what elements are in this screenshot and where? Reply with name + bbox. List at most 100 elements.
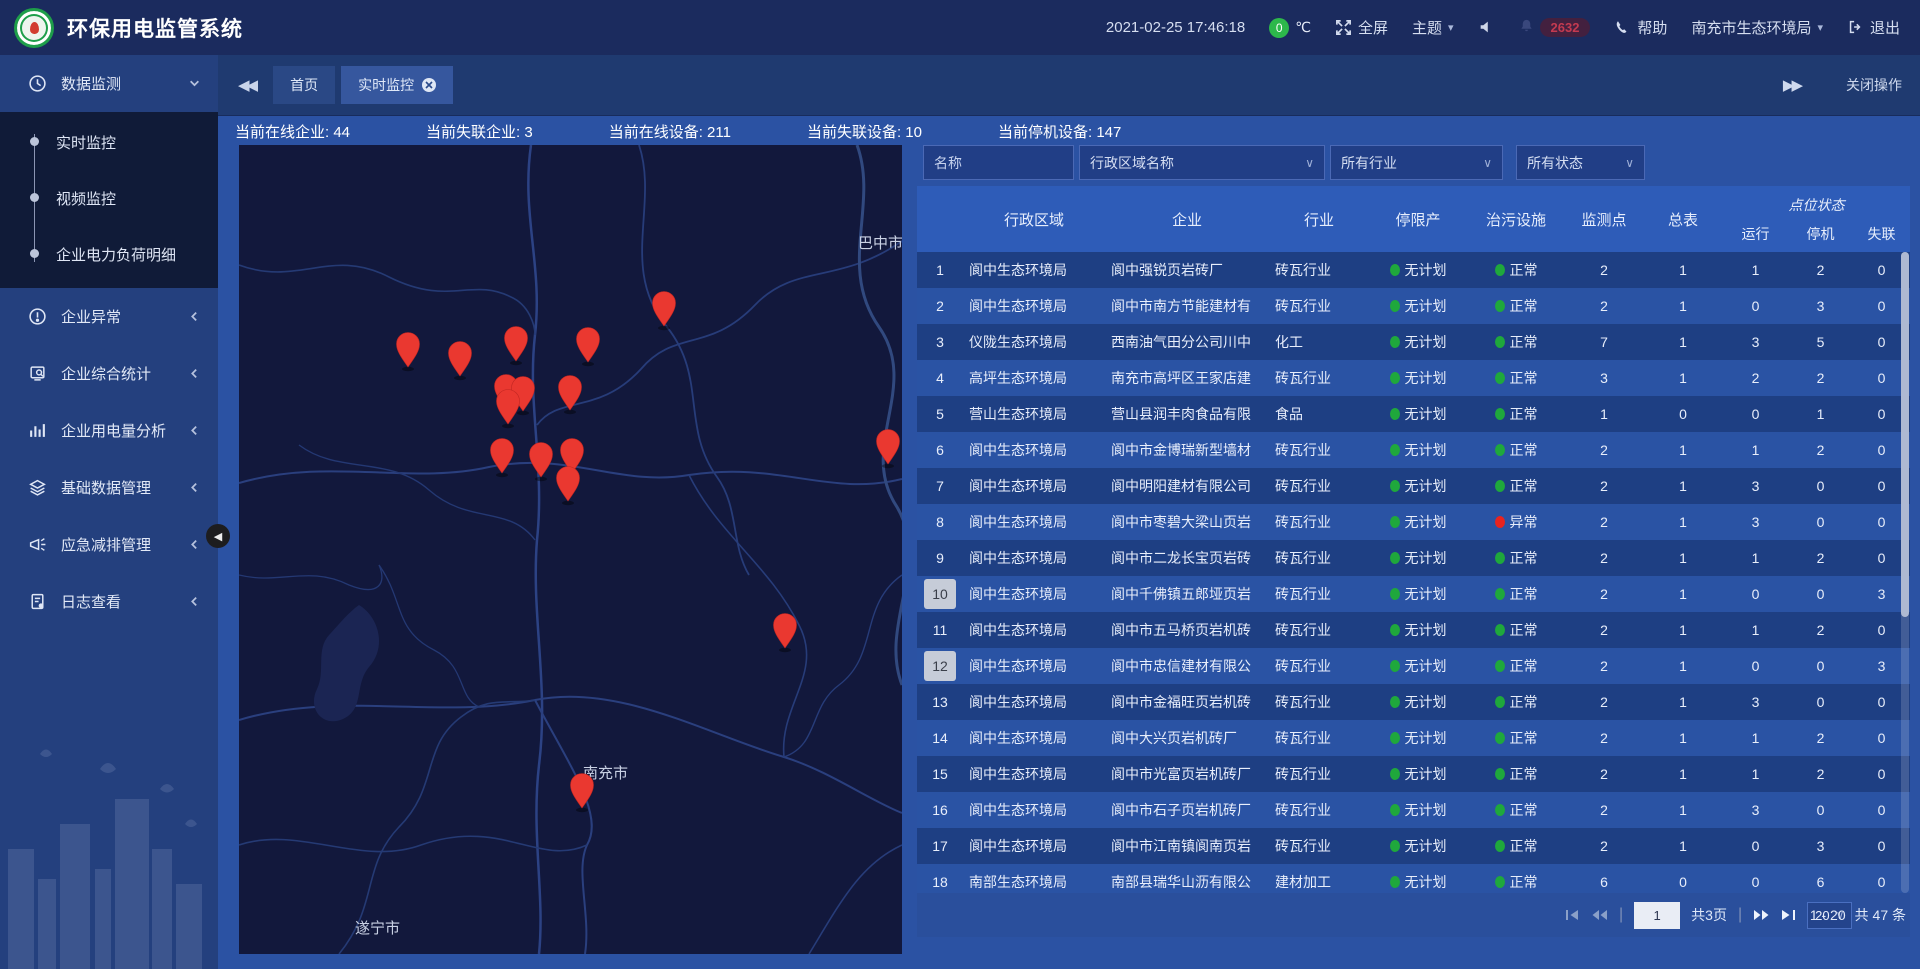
timeline-dot-icon [30,137,39,146]
table-body: 1阆中生态环境局阆中强锐页岩砖厂砖瓦行业无计划正常211202阆中生态环境局阆中… [917,252,1910,893]
table-row[interactable]: 5营山生态环境局营山县润丰肉食品有限食品无计划正常10010 [917,396,1910,432]
table-row[interactable]: 10阆中生态环境局阆中千佛镇五郎垭页岩砖瓦行业无计划正常21003 [917,576,1910,612]
name-search-input[interactable] [923,145,1074,180]
sidebar-item-4[interactable]: 基础数据管理 [0,459,218,516]
map-water-area [314,605,379,721]
map-marker[interactable] [530,443,553,482]
map-marker[interactable] [505,327,528,366]
cell-meters: 1 [1643,576,1723,612]
cell-stop: 0 [1788,648,1853,684]
map-marker[interactable] [774,614,797,653]
status-dot-icon [1390,264,1400,276]
close-operations-button[interactable]: 关闭操作 [1846,75,1902,95]
page-number-input[interactable] [1634,902,1680,929]
cell-company: 阆中强锐页岩砖厂 [1105,252,1269,288]
map[interactable]: 巴中市南充市遂宁市 [239,145,902,954]
sidebar-item-6[interactable]: 日志查看 [0,573,218,630]
map-marker[interactable] [653,292,676,331]
tabs-scroll-right-icon[interactable]: ▶▶ [1783,76,1800,94]
previous-page-button[interactable] [1591,909,1608,921]
sidebar-item-5[interactable]: 应急减排管理 [0,516,218,573]
cell-company: 南部县瑞华山沥有限公 [1105,864,1269,893]
cell-index: 1 [917,252,963,288]
status-select[interactable]: 所有状态∨ [1516,145,1645,180]
cell-meters: 1 [1643,432,1723,468]
sidebar-subitem-0-1[interactable]: 视频监控 [0,170,218,226]
sidebar-item-3[interactable]: 企业用电量分析 [0,402,218,459]
cell-facility-status: 正常 [1467,576,1565,612]
map-marker[interactable] [491,439,514,478]
cell-company: 营山县润丰肉食品有限 [1105,396,1269,432]
table-row[interactable]: 1阆中生态环境局阆中强锐页岩砖厂砖瓦行业无计划正常21120 [917,252,1910,288]
tabs-scroll-left-icon[interactable]: ◀◀ [238,76,255,94]
table-row[interactable]: 7阆中生态环境局阆中明阳建材有限公司砖瓦行业无计划正常21300 [917,468,1910,504]
total-label: 共 47 条 [1855,905,1906,925]
last-page-button[interactable] [1781,909,1796,921]
table-row[interactable]: 14阆中生态环境局阆中大兴页岩机砖厂砖瓦行业无计划正常21120 [917,720,1910,756]
map-marker[interactable] [557,467,580,506]
cell-run: 1 [1723,252,1788,288]
table-row[interactable]: 15阆中生态环境局阆中市光富页岩机砖厂砖瓦行业无计划正常21120 [917,756,1910,792]
table-row[interactable]: 16阆中生态环境局阆中市石子页岩机砖厂砖瓦行业无计划正常21300 [917,792,1910,828]
sidebar-item-2[interactable]: 企业综合统计 [0,345,218,402]
cell-points: 2 [1565,468,1643,504]
pin-icon [397,333,420,368]
table-row[interactable]: 9阆中生态环境局阆中市二龙长宝页岩砖砖瓦行业无计划正常21120 [917,540,1910,576]
sidebar-item-1[interactable]: 企业异常 [0,288,218,345]
notifications[interactable]: 2632 [1519,18,1591,37]
table-row[interactable]: 8阆中生态环境局阆中市枣碧大梁山页岩砖瓦行业无计划异常21300 [917,504,1910,540]
cell-limit-status: 无计划 [1369,576,1467,612]
table-row[interactable]: 13阆中生态环境局阆中市金福旺页岩机砖砖瓦行业无计划正常21300 [917,684,1910,720]
status-dot-icon [1495,336,1505,348]
sidebar-collapse-button[interactable]: ◀ [206,524,230,548]
next-page-button[interactable] [1753,909,1770,921]
theme-dropdown[interactable]: 主题▾ [1412,17,1454,38]
pin-icon [653,292,676,327]
table-row[interactable]: 6阆中生态环境局阆中市金博瑞新型墙材砖瓦行业无计划正常21120 [917,432,1910,468]
table-row[interactable]: 4高坪生态环境局南充市高坪区王家店建砖瓦行业无计划正常31220 [917,360,1910,396]
cell-limit-status: 无计划 [1369,828,1467,864]
cell-meters: 1 [1643,756,1723,792]
logout-button[interactable]: 退出 [1847,17,1900,38]
industry-select[interactable]: 所有行业∨ [1330,145,1503,180]
tab-close-icon[interactable] [422,78,436,92]
cell-facility-status: 正常 [1467,540,1565,576]
cell-index: 18 [917,864,963,893]
cell-stop: 3 [1788,828,1853,864]
sidebar-subitem-0-2[interactable]: 企业电力负荷明细 [0,226,218,282]
map-road-line [535,700,592,954]
cell-run: 1 [1723,540,1788,576]
table-row[interactable]: 17阆中生态环境局阆中市江南镇阆南页岩砖瓦行业无计划正常21030 [917,828,1910,864]
cell-region: 阆中生态环境局 [963,432,1105,468]
first-page-button[interactable] [1565,909,1580,921]
tab-1[interactable]: 实时监控 [341,66,453,104]
cell-meters: 0 [1643,864,1723,893]
table-row[interactable]: 12阆中生态环境局阆中市忠信建材有限公砖瓦行业无计划正常21003 [917,648,1910,684]
org-dropdown[interactable]: 南充市生态环境局▾ [1691,17,1823,38]
map-marker[interactable] [577,328,600,367]
map-marker[interactable] [571,774,594,813]
status-dot-icon [1390,696,1400,708]
tab-0[interactable]: 首页 [273,66,335,104]
sidebar-item-0[interactable]: 数据监测 [0,55,218,112]
table-scrollbar-thumb[interactable] [1901,252,1909,617]
sidebar-subitem-0-0[interactable]: 实时监控 [0,114,218,170]
map-marker[interactable] [449,342,472,381]
cell-points: 2 [1565,252,1643,288]
map-marker[interactable] [397,333,420,372]
cell-facility-status: 正常 [1467,756,1565,792]
map-marker[interactable] [497,390,520,429]
th-sub-0: 运行 [1723,224,1788,244]
fullscreen-button[interactable]: 全屏 [1335,17,1388,38]
table-row[interactable]: 3仪陇生态环境局西南油气田分公司川中化工无计划正常71350 [917,324,1910,360]
region-select[interactable]: 行政区域名称∨ [1079,145,1325,180]
map-road-line [379,565,479,707]
cell-run: 3 [1723,468,1788,504]
table-row[interactable]: 11阆中生态环境局阆中市五马桥页岩机砖砖瓦行业无计划正常21120 [917,612,1910,648]
table-row[interactable]: 2阆中生态环境局阆中市南方节能建材有砖瓦行业无计划正常21030 [917,288,1910,324]
help-button[interactable]: 帮助 [1614,17,1667,38]
table-row[interactable]: 18南部生态环境局南部县瑞华山沥有限公建材加工无计划正常60060 [917,864,1910,893]
cell-industry: 砖瓦行业 [1269,360,1369,396]
mute-button[interactable] [1478,19,1495,36]
map-marker[interactable] [877,430,900,469]
